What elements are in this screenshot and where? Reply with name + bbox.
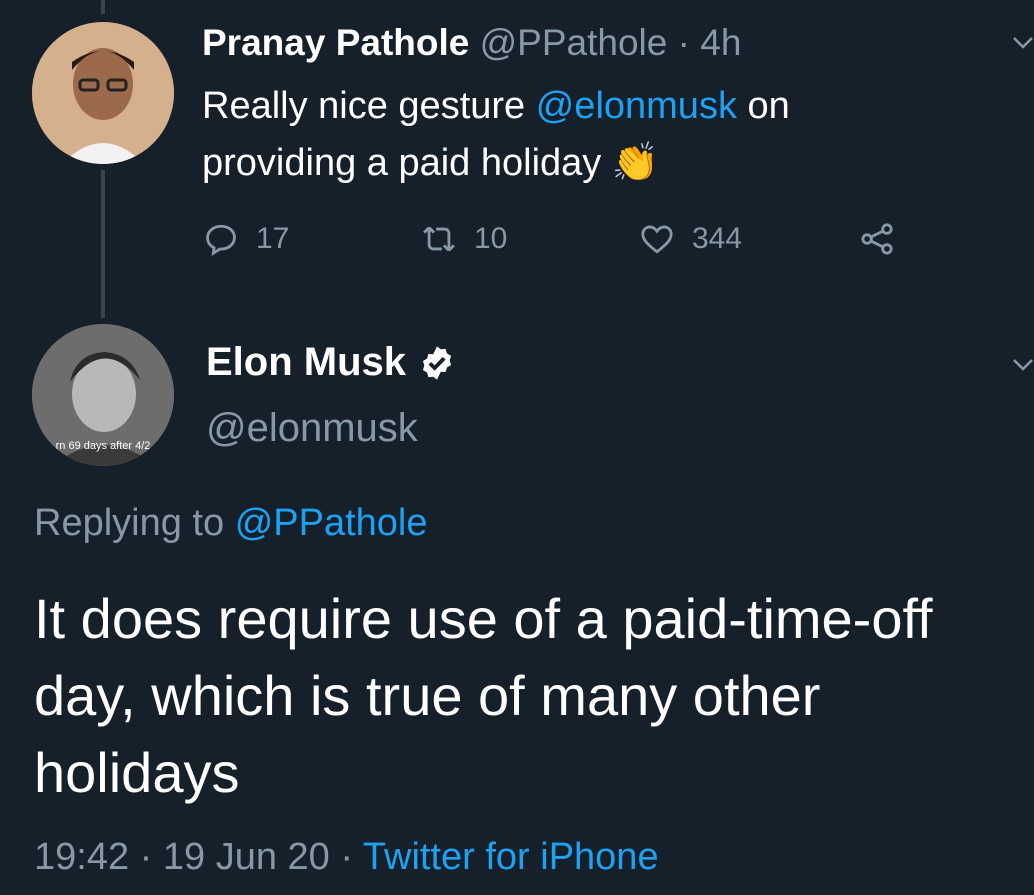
retweet-icon	[423, 226, 455, 252]
reply-count: 17	[256, 222, 290, 255]
chevron-down-icon[interactable]	[1012, 358, 1034, 372]
author-name[interactable]: Pranay Pathole	[202, 22, 469, 63]
avatar-pranay[interactable]	[32, 22, 174, 164]
separator: ·	[340, 836, 354, 878]
reply-icon	[206, 224, 236, 256]
tweet-time[interactable]: 4h	[700, 22, 741, 63]
reply-button[interactable]: 17	[204, 222, 289, 256]
author-name-row: Elon Musk	[206, 340, 456, 385]
share-button[interactable]	[860, 222, 912, 256]
thread-line	[101, 170, 105, 318]
author-handle[interactable]: @PPathole	[480, 22, 668, 63]
share-icon	[861, 223, 893, 255]
retweet-button[interactable]: 10	[422, 222, 507, 256]
main-tweet-text: It does require use of a paid-time-off d…	[34, 587, 933, 804]
avatar-image	[32, 22, 174, 164]
tweet-date[interactable]: 19 Jun 20	[163, 836, 330, 878]
replying-to: Replying to @PPathole	[34, 502, 428, 545]
like-icon	[641, 225, 673, 254]
separator: ·	[677, 22, 690, 63]
chevron-down-icon[interactable]	[1012, 36, 1034, 50]
like-button[interactable]: 344	[640, 222, 742, 256]
tweet-meta: 19:42 · 19 Jun 20 · Twitter for iPhone	[34, 836, 659, 879]
replying-label: Replying to	[34, 502, 225, 544]
tweet-time[interactable]: 19:42	[34, 836, 129, 878]
separator: ·	[139, 836, 153, 878]
verified-badge-icon	[422, 345, 452, 380]
thread-line-top	[101, 0, 105, 14]
avatar-elon[interactable]: rn 69 days after 4/2	[32, 324, 174, 466]
avatar-caption: rn 69 days after 4/2	[55, 440, 151, 452]
tweet-header: Pranay Pathole @PPathole · 4h	[202, 20, 741, 66]
tweet-source[interactable]: Twitter for iPhone	[363, 836, 659, 878]
replying-handle[interactable]: @PPathole	[235, 502, 428, 544]
like-count: 344	[692, 222, 743, 255]
tweet-text-part1: Really nice gesture	[202, 85, 536, 127]
author-handle[interactable]: @elonmusk	[206, 406, 418, 451]
clap-emoji: 👏	[611, 142, 660, 184]
author-name[interactable]: Elon Musk	[206, 340, 406, 385]
retweet-count: 10	[474, 222, 508, 255]
mention-link[interactable]: @elonmusk	[536, 85, 737, 127]
tweet-text: Really nice gesture @elonmusk on providi…	[202, 78, 942, 192]
